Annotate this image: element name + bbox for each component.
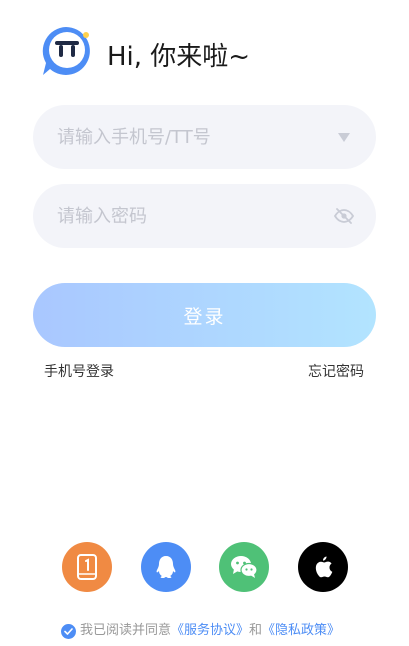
greeting-title: Hi, 你来啦~ [107,42,251,72]
agreement-and: 和 [249,623,263,638]
password-input[interactable] [55,204,326,228]
apple-login-button[interactable] [298,542,348,592]
agreement-checkbox[interactable] [61,623,76,639]
service-agreement-link[interactable]: 《服务协议》 [171,621,249,641]
phone-icon [77,554,97,580]
checkmark-icon [64,627,73,635]
login-page: Hi, 你来啦~ 登录 手机号登录 忘记密码 [0,0,409,646]
phone-field[interactable] [33,105,376,169]
phone-input[interactable] [55,125,326,149]
wechat-icon [231,556,258,578]
app-logo-icon [42,27,90,75]
agreement-prefix: 我已阅读并同意 [80,623,172,638]
wechat-login-button[interactable] [219,542,269,592]
forgot-password-link[interactable]: 忘记密码 [308,362,364,382]
qq-login-button[interactable] [141,542,191,592]
password-field[interactable] [33,184,376,248]
login-button[interactable]: 登录 [33,283,376,347]
eye-hidden-icon[interactable] [334,206,354,226]
phone-login-link[interactable]: 手机号登录 [44,362,114,382]
dropdown-triangle-icon[interactable] [334,127,354,147]
phone-login-button[interactable] [62,542,112,592]
agreement-row: 我已阅读并同意 《服务协议》 和 《隐私政策》 [61,621,340,641]
apple-icon [315,556,333,578]
qq-icon [156,556,176,578]
privacy-policy-link[interactable]: 《隐私政策》 [262,621,340,641]
